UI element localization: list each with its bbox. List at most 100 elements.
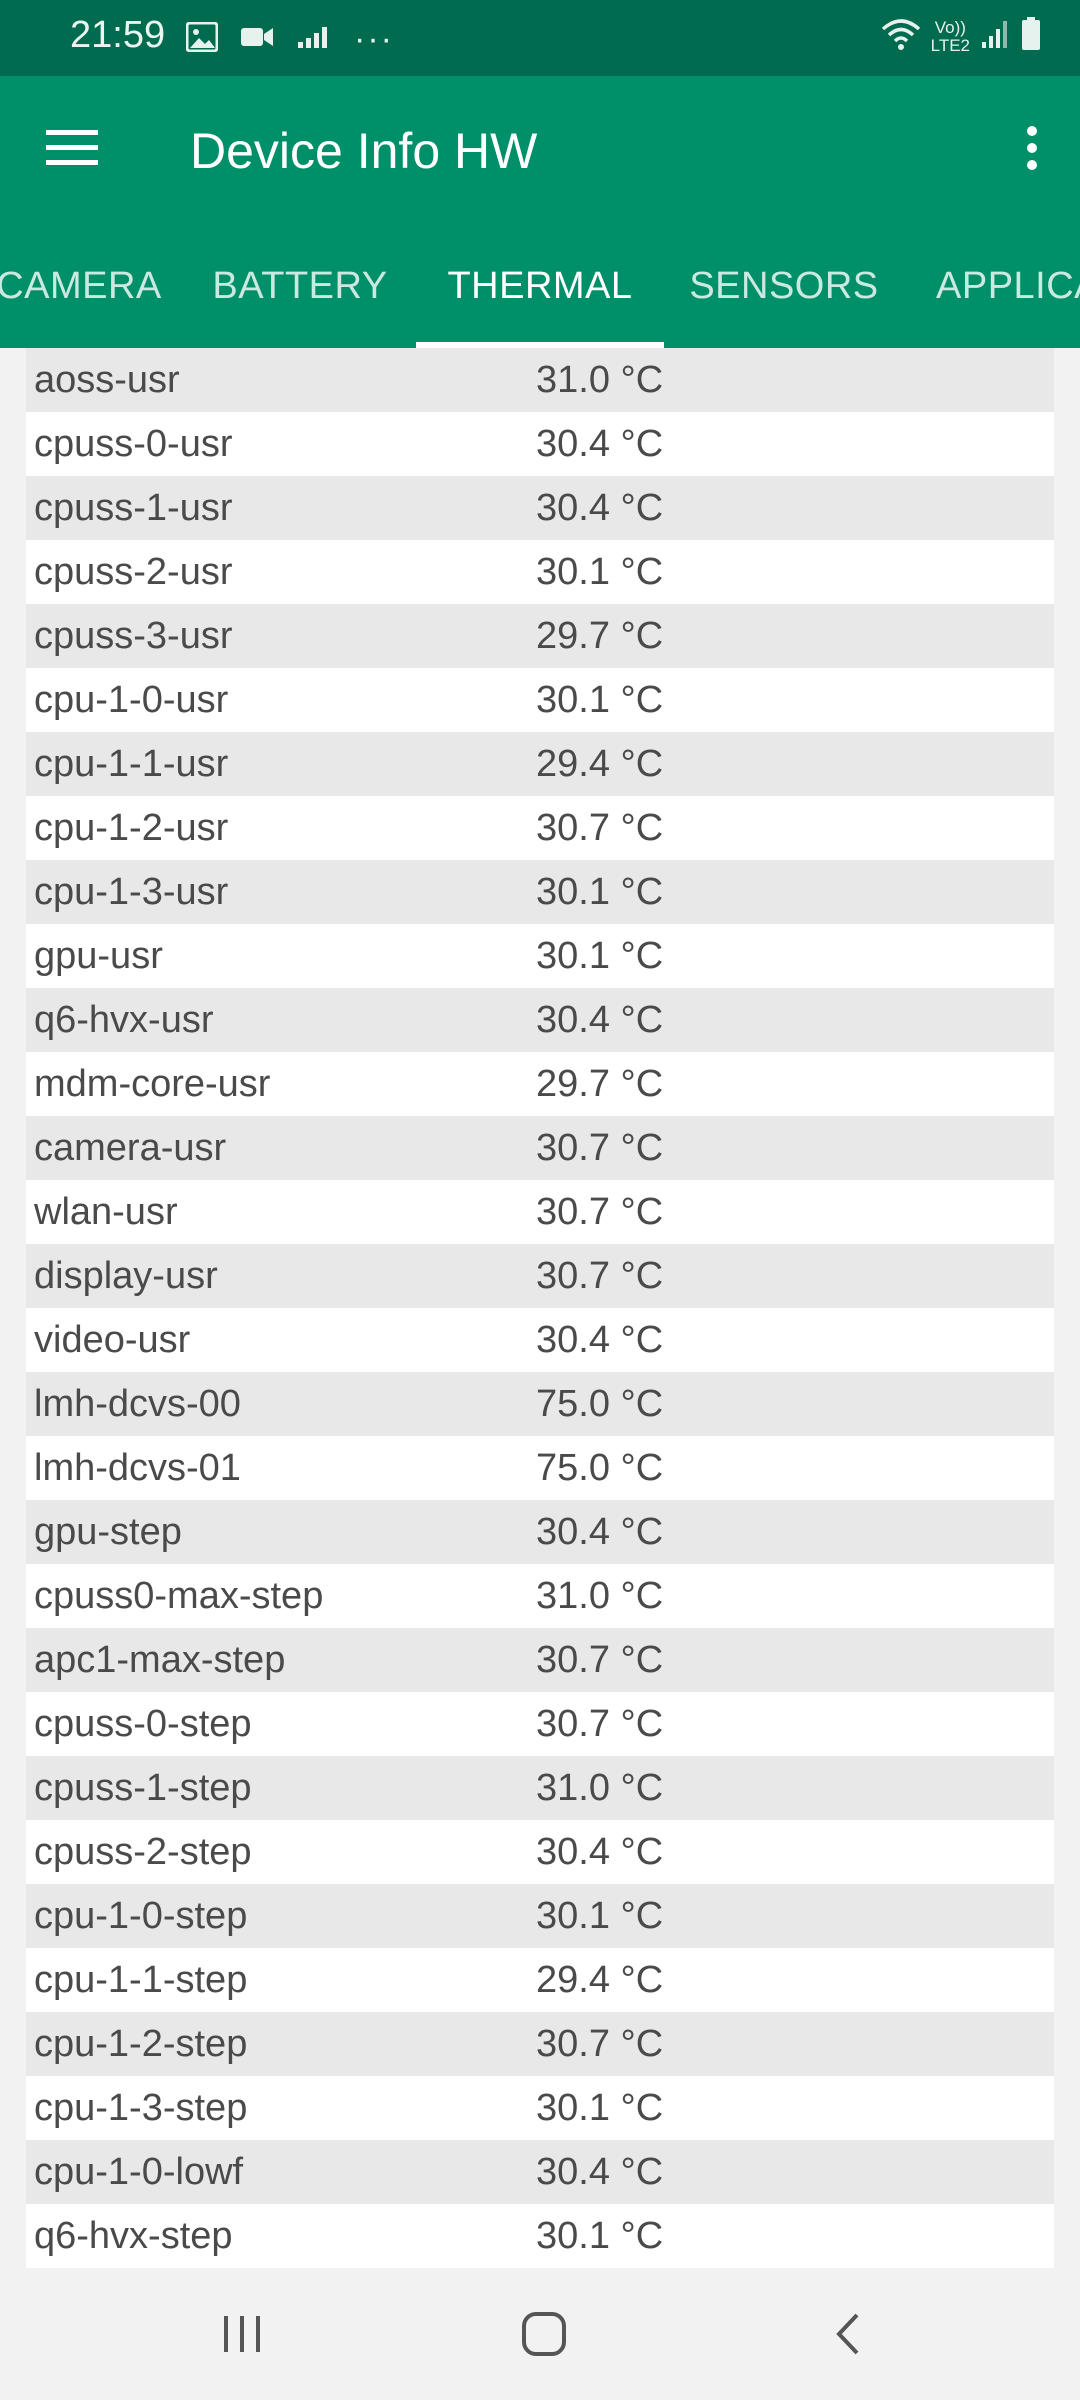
sensor-temperature: 30.4 °C bbox=[536, 1318, 664, 1361]
table-row: cpuss-0-usr 30.4 °C bbox=[26, 412, 1054, 476]
table-row: cpuss-3-usr 29.7 °C bbox=[26, 604, 1054, 668]
sensor-name: cpu-1-3-usr bbox=[34, 870, 229, 913]
tab-camera[interactable]: CAMERA bbox=[0, 224, 164, 348]
table-row: q6-hvx-usr 30.4 °C bbox=[26, 988, 1054, 1052]
back-button[interactable] bbox=[798, 2296, 898, 2376]
sensor-temperature: 30.7 °C bbox=[536, 806, 664, 849]
app-title: Device Info HW bbox=[190, 123, 538, 179]
sensor-name: q6-hvx-step bbox=[34, 2214, 233, 2257]
data-usage-icon bbox=[296, 24, 332, 55]
table-row: cpu-1-0-step 30.1 °C bbox=[26, 1884, 1054, 1948]
table-row: gpu-step 30.4 °C bbox=[26, 1500, 1054, 1564]
sensor-temperature: 31.0 °C bbox=[536, 1574, 664, 1617]
hamburger-menu-icon bbox=[46, 128, 98, 173]
overflow-menu-button[interactable] bbox=[1002, 118, 1062, 182]
sensor-name: cpu-1-2-usr bbox=[34, 806, 229, 849]
notification-icons: ··· bbox=[185, 20, 394, 59]
sensor-name: cpuss-0-usr bbox=[34, 422, 233, 465]
sensor-name: wlan-usr bbox=[34, 1190, 178, 1233]
table-row: display-usr 30.7 °C bbox=[26, 1244, 1054, 1308]
sensor-name: gpu-usr bbox=[34, 934, 163, 977]
sensor-temperature: 30.7 °C bbox=[536, 1638, 664, 1681]
sensor-name: aoss-usr bbox=[34, 358, 180, 401]
recent-apps-button[interactable] bbox=[192, 2296, 292, 2376]
table-row: cpuss-1-step 31.0 °C bbox=[26, 1756, 1054, 1820]
system-icons: Vo)) LTE2 bbox=[881, 16, 1042, 57]
more-dots-icon: ··· bbox=[354, 20, 394, 58]
sensor-temperature: 30.1 °C bbox=[536, 870, 664, 913]
image-icon bbox=[185, 21, 219, 57]
battery-icon bbox=[1020, 16, 1042, 57]
sensor-name: cpuss-2-step bbox=[34, 1830, 252, 1873]
sensor-temperature: 30.1 °C bbox=[536, 550, 664, 593]
sensor-temperature: 30.7 °C bbox=[536, 1190, 664, 1233]
sensor-name: cpu-1-0-step bbox=[34, 1894, 248, 1937]
sensor-name: cpuss-2-usr bbox=[34, 550, 233, 593]
sensor-name: gpu-step bbox=[34, 1510, 182, 1553]
tab-sensors[interactable]: SENSORS bbox=[680, 224, 888, 348]
tab-thermal[interactable]: THERMAL bbox=[416, 224, 664, 348]
sensor-temperature: 75.0 °C bbox=[536, 1382, 664, 1425]
volte-bottom-label: LTE2 bbox=[930, 35, 970, 55]
table-row: cpuss0-max-step 31.0 °C bbox=[26, 1564, 1054, 1628]
table-row: cpuss-2-step 30.4 °C bbox=[26, 1820, 1054, 1884]
sensor-temperature: 30.1 °C bbox=[536, 678, 664, 721]
volte-icon: Vo)) LTE2 bbox=[930, 17, 970, 55]
sensor-name: cpuss-0-step bbox=[34, 1702, 252, 1745]
sensor-name: cpu-1-0-usr bbox=[34, 678, 229, 721]
sensor-temperature: 31.0 °C bbox=[536, 1766, 664, 1809]
wifi-icon bbox=[881, 17, 921, 56]
table-row: camera-usr 30.7 °C bbox=[26, 1116, 1054, 1180]
sensor-name: cpu-1-1-step bbox=[34, 1958, 248, 2001]
table-row: cpuss-2-usr 30.1 °C bbox=[26, 540, 1054, 604]
sensor-temperature: 75.0 °C bbox=[536, 1446, 664, 1489]
table-row: wlan-usr 30.7 °C bbox=[26, 1180, 1054, 1244]
tab-applications[interactable]: APPLICA bbox=[918, 224, 1080, 348]
table-row: mdm-core-usr 29.7 °C bbox=[26, 1052, 1054, 1116]
sensor-temperature: 30.4 °C bbox=[536, 1830, 664, 1873]
sensor-name: camera-usr bbox=[34, 1126, 227, 1169]
table-row: gpu-usr 30.1 °C bbox=[26, 924, 1054, 988]
menu-button[interactable] bbox=[36, 118, 108, 182]
sensor-temperature: 29.4 °C bbox=[536, 1958, 664, 2001]
table-row: cpuss-1-usr 30.4 °C bbox=[26, 476, 1054, 540]
sensor-temperature: 30.4 °C bbox=[536, 998, 664, 1041]
sensor-temperature: 29.4 °C bbox=[536, 742, 664, 785]
table-row: cpu-1-0-usr 30.1 °C bbox=[26, 668, 1054, 732]
sensor-name: q6-hvx-usr bbox=[34, 998, 214, 1041]
video-camera-icon bbox=[240, 25, 274, 54]
table-row: lmh-dcvs-01 75.0 °C bbox=[26, 1436, 1054, 1500]
sensor-name: cpu-1-3-step bbox=[34, 2086, 248, 2129]
sensor-name: cpuss-1-usr bbox=[34, 486, 233, 529]
sensor-temperature: 30.7 °C bbox=[536, 1254, 664, 1297]
table-row: cpuss-0-step 30.7 °C bbox=[26, 1692, 1054, 1756]
table-row: video-usr 30.4 °C bbox=[26, 1308, 1054, 1372]
sensor-temperature: 30.7 °C bbox=[536, 1702, 664, 1745]
app-bar: Device Info HW bbox=[0, 76, 1080, 224]
sensor-temperature: 30.4 °C bbox=[536, 486, 664, 529]
table-row: cpu-1-1-step 29.4 °C bbox=[26, 1948, 1054, 2012]
table-row: q6-hvx-step 30.1 °C bbox=[26, 2204, 1054, 2268]
status-time: 21:59 bbox=[70, 14, 166, 56]
table-row: apc1-max-step 30.7 °C bbox=[26, 1628, 1054, 1692]
thermal-list[interactable]: aoss-usr 31.0 °C cpuss-0-usr 30.4 °C cpuss-1… bbox=[26, 348, 1054, 2268]
sensor-temperature: 30.1 °C bbox=[536, 2086, 664, 2129]
sensor-temperature: 30.1 °C bbox=[536, 1894, 664, 1937]
back-icon bbox=[833, 2311, 863, 2362]
home-icon bbox=[521, 2311, 567, 2362]
volte-top-label: Vo)) bbox=[934, 17, 966, 37]
sensor-temperature: 29.7 °C bbox=[536, 614, 664, 657]
tab-battery[interactable]: BATTERY bbox=[196, 224, 404, 348]
sensor-name: display-usr bbox=[34, 1254, 218, 1297]
sensor-name: cpuss0-max-step bbox=[34, 1574, 324, 1617]
sensor-temperature: 29.7 °C bbox=[536, 1062, 664, 1105]
table-row: cpu-1-2-step 30.7 °C bbox=[26, 2012, 1054, 2076]
sensor-name: lmh-dcvs-00 bbox=[34, 1382, 241, 1425]
sensor-name: cpuss-3-usr bbox=[34, 614, 233, 657]
table-row: cpu-1-2-usr 30.7 °C bbox=[26, 796, 1054, 860]
home-button[interactable] bbox=[494, 2296, 594, 2376]
table-row: cpu-1-1-usr 29.4 °C bbox=[26, 732, 1054, 796]
navigation-bar bbox=[0, 2272, 1080, 2400]
sensor-temperature: 30.1 °C bbox=[536, 934, 664, 977]
sensor-temperature: 30.4 °C bbox=[536, 422, 664, 465]
